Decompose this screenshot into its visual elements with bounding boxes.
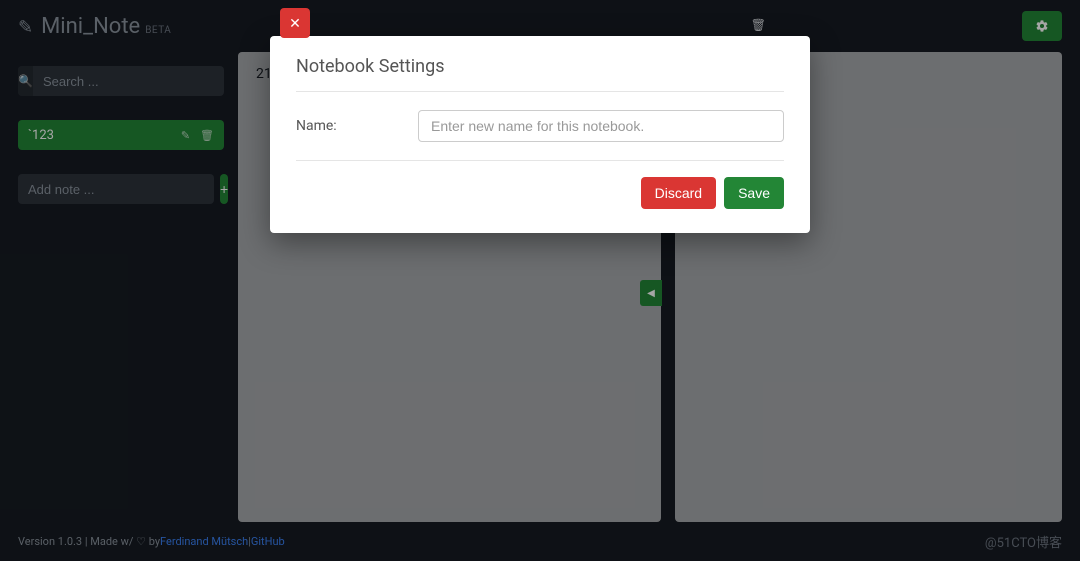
notebook-settings-modal: ✕ 🗑 Notebook Settings Name: Discard Save (270, 14, 810, 233)
modal-body: Notebook Settings Name: Discard Save (270, 36, 810, 233)
modal-actions: Discard Save (296, 161, 784, 209)
name-label: Name: (296, 118, 418, 134)
close-icon: ✕ (289, 15, 301, 32)
save-button[interactable]: Save (724, 177, 784, 209)
modal-title: Notebook Settings (296, 56, 784, 92)
modal-name-row: Name: (296, 92, 784, 161)
discard-button[interactable]: Discard (641, 177, 716, 209)
notebook-name-input[interactable] (418, 110, 784, 142)
modal-header-strip: ✕ 🗑 (270, 14, 810, 36)
delete-notebook-button[interactable]: 🗑 (751, 18, 766, 32)
close-button[interactable]: ✕ (280, 8, 310, 38)
